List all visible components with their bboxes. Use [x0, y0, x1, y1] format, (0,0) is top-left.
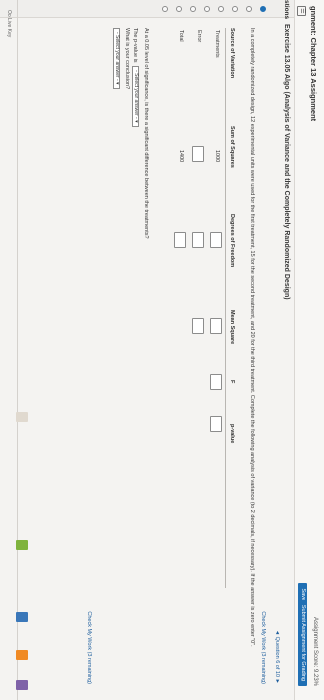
pvalue-select[interactable]: - Select your answer - ▾ — [132, 66, 139, 127]
questions-label: stions — [283, 0, 290, 20]
check-my-work-link[interactable]: Check My Work (3 remaining) — [260, 611, 266, 684]
app-icon[interactable] — [16, 612, 28, 622]
df-treatments-input[interactable] — [210, 232, 222, 248]
conclusion-select-text: - Select your answer - — [114, 32, 120, 81]
app-icon[interactable] — [16, 540, 28, 550]
header-source: Source of Variation — [229, 28, 235, 79]
app-icon[interactable] — [16, 412, 28, 422]
ss-error-input[interactable] — [192, 146, 204, 162]
problem-statement: In a completely randomized design, 12 ex… — [249, 28, 255, 647]
row-label-total: Total — [178, 30, 184, 42]
assignment-title: gnment: Chapter 13 Assignment — [309, 6, 318, 122]
question-dot[interactable] — [190, 6, 196, 12]
pvalue-select-text: - Select your answer - — [133, 70, 139, 119]
assignment-page: gnment: Chapter 13 Assignment Assignment… — [0, 0, 324, 700]
row-label-treatments: Treatments — [214, 30, 220, 58]
header-ms: Mean Square — [229, 310, 235, 345]
menu-icon[interactable]: ☰ — [297, 6, 306, 16]
df-error-input[interactable] — [192, 232, 204, 248]
header-ss: Sum of Squares — [229, 126, 235, 168]
df-total-input[interactable] — [174, 232, 186, 248]
question-dot[interactable] — [246, 6, 252, 12]
question-dot[interactable] — [162, 6, 168, 12]
f-input[interactable] — [210, 374, 222, 390]
conclusion-select[interactable]: - Select your answer - ▾ — [113, 28, 120, 89]
ss-total: 1400 — [178, 150, 184, 163]
question-dot[interactable] — [232, 6, 238, 12]
check-my-work-bottom-link[interactable]: Check My Work (3 remaining) — [86, 611, 92, 684]
row-label-error: Error — [196, 30, 202, 43]
ms-treatments-input[interactable] — [210, 318, 222, 334]
question-dot[interactable] — [218, 6, 224, 12]
header-pvalue: p-value — [229, 424, 235, 444]
header-f: F — [229, 380, 235, 384]
question-dot-current[interactable] — [260, 6, 266, 12]
question-dot[interactable] — [204, 6, 210, 12]
top-bar: gnment: Chapter 13 Assignment Assignment… — [294, 0, 324, 700]
status-text: Oo Live Key — [6, 10, 12, 38]
header-df: Degrees of Freedom — [229, 214, 235, 268]
taskbar-divider — [17, 0, 18, 700]
app-icon[interactable] — [16, 650, 28, 660]
ss-treatments: 1000 — [214, 150, 220, 163]
conclusion-prompt: What is your conclusion? — [124, 28, 130, 90]
app-icon[interactable] — [16, 680, 28, 690]
pvalue-input[interactable] — [210, 416, 222, 432]
table-divider — [225, 28, 226, 588]
significance-question: At a 0.05 level of significance, is ther… — [143, 28, 149, 239]
question-dot[interactable] — [176, 6, 182, 12]
pvalue-prefix: The p-value is — [132, 28, 139, 63]
pvalue-line: The p-value is - Select your answer - ▾ — [132, 28, 139, 127]
submit-assignment-button[interactable]: Submit Assignment for Grading — [298, 599, 307, 686]
assignment-score: Assignment Score: 9.23% — [312, 616, 318, 686]
question-navigation[interactable]: ◄ Question 6 of 10 ► — [274, 630, 280, 684]
ms-error-input[interactable] — [192, 318, 204, 334]
exercise-title: Exercise 13.05 Algo (Analysis of Varianc… — [283, 24, 290, 300]
